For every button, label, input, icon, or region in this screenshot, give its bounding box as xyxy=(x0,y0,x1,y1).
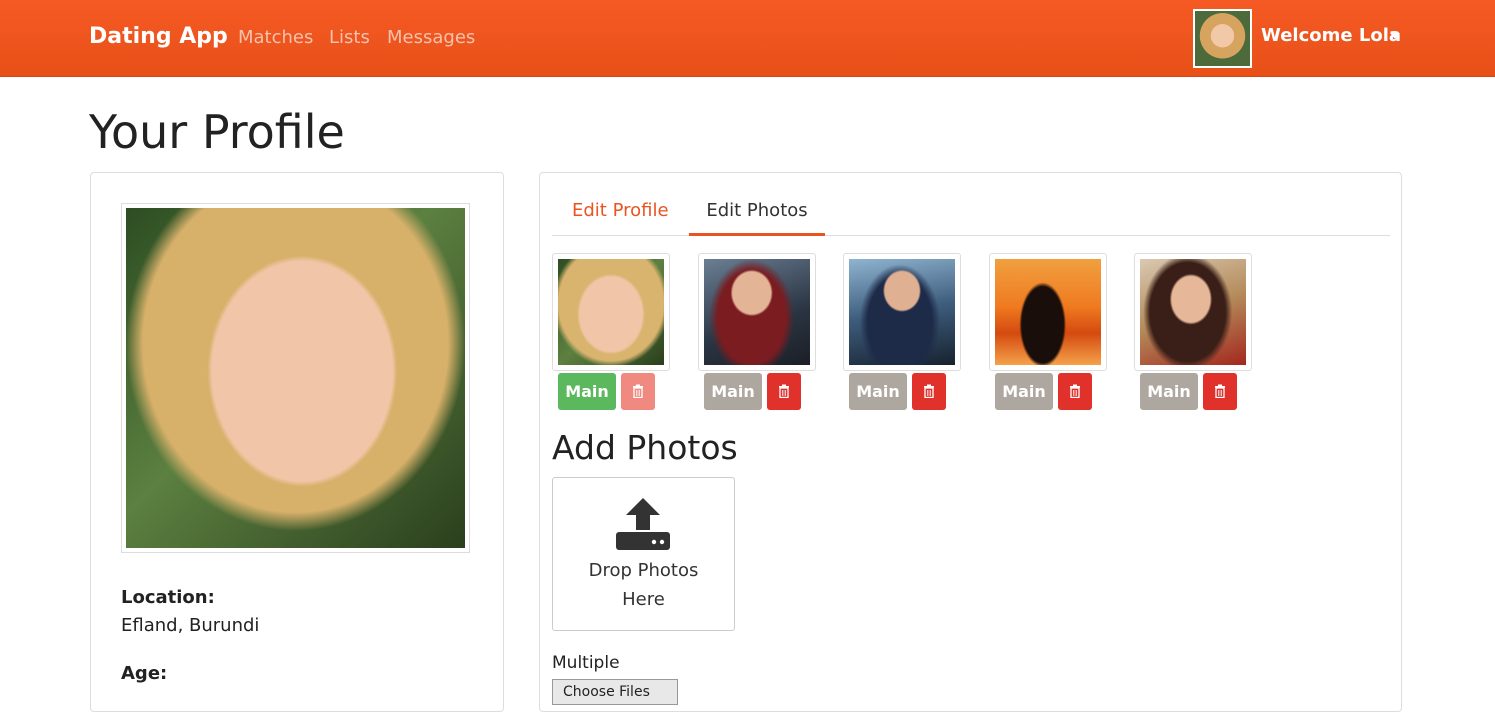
age-label: Age: xyxy=(121,663,168,684)
tab-edit-photos[interactable]: Edit Photos xyxy=(689,191,825,236)
photo-image xyxy=(1140,259,1246,365)
delete-photo-button[interactable] xyxy=(1203,373,1237,410)
set-main-button[interactable]: Main xyxy=(558,373,616,410)
profile-card: Location: Efland, Burundi Age: xyxy=(90,172,504,712)
photo-thumb xyxy=(843,253,961,371)
add-photos-heading: Add Photos xyxy=(552,428,738,467)
delete-photo-button[interactable] xyxy=(912,373,946,410)
photo-thumb xyxy=(552,253,670,371)
photo-image xyxy=(995,259,1101,365)
location-label: Location: xyxy=(121,587,215,608)
trash-icon xyxy=(779,384,789,399)
tab-bar: Edit Profile Edit Photos xyxy=(552,191,1390,236)
photo-thumb xyxy=(1134,253,1252,371)
photo-dropzone[interactable]: Drop Photos Here xyxy=(552,477,735,631)
trash-icon xyxy=(924,384,934,399)
navbar: Dating App Matches Lists Messages Welcom… xyxy=(0,0,1495,77)
set-main-button[interactable]: Main xyxy=(849,373,907,410)
nav-link-lists[interactable]: Lists xyxy=(329,27,370,48)
caret-down-icon[interactable] xyxy=(1390,33,1400,39)
main-photo-frame xyxy=(121,203,470,553)
main-photo xyxy=(126,208,465,548)
brand-link[interactable]: Dating App xyxy=(89,24,228,49)
delete-photo-button[interactable] xyxy=(1058,373,1092,410)
set-main-button[interactable]: Main xyxy=(1140,373,1198,410)
tab-edit-profile[interactable]: Edit Profile xyxy=(572,191,669,236)
trash-icon xyxy=(1215,384,1225,399)
dropzone-line-2: Here xyxy=(622,589,665,610)
photo-image xyxy=(558,259,664,365)
welcome-dropdown-toggle[interactable]: Welcome Lola xyxy=(1261,25,1401,46)
upload-icon xyxy=(616,498,670,550)
choose-files-button[interactable]: Choose Files xyxy=(552,679,678,705)
page-title: Your Profile xyxy=(89,105,345,159)
photo-image xyxy=(849,259,955,365)
trash-icon xyxy=(633,384,643,399)
nav-link-matches[interactable]: Matches xyxy=(238,27,313,48)
photo-thumb xyxy=(698,253,816,371)
multiple-upload-label: Multiple xyxy=(552,653,620,673)
nav-link-messages[interactable]: Messages xyxy=(387,27,475,48)
dropzone-text: Drop Photos Here xyxy=(553,556,734,614)
photo-image xyxy=(704,259,810,365)
photo-thumb xyxy=(989,253,1107,371)
edit-card: Edit Profile Edit Photos Main Main Main … xyxy=(539,172,1402,712)
dropzone-line-1: Drop Photos xyxy=(588,560,699,581)
delete-photo-button[interactable] xyxy=(767,373,801,410)
set-main-button[interactable]: Main xyxy=(704,373,762,410)
user-avatar[interactable] xyxy=(1193,9,1252,68)
location-value: Efland, Burundi xyxy=(121,615,260,636)
delete-photo-button[interactable] xyxy=(621,373,655,410)
set-main-button[interactable]: Main xyxy=(995,373,1053,410)
trash-icon xyxy=(1070,384,1080,399)
